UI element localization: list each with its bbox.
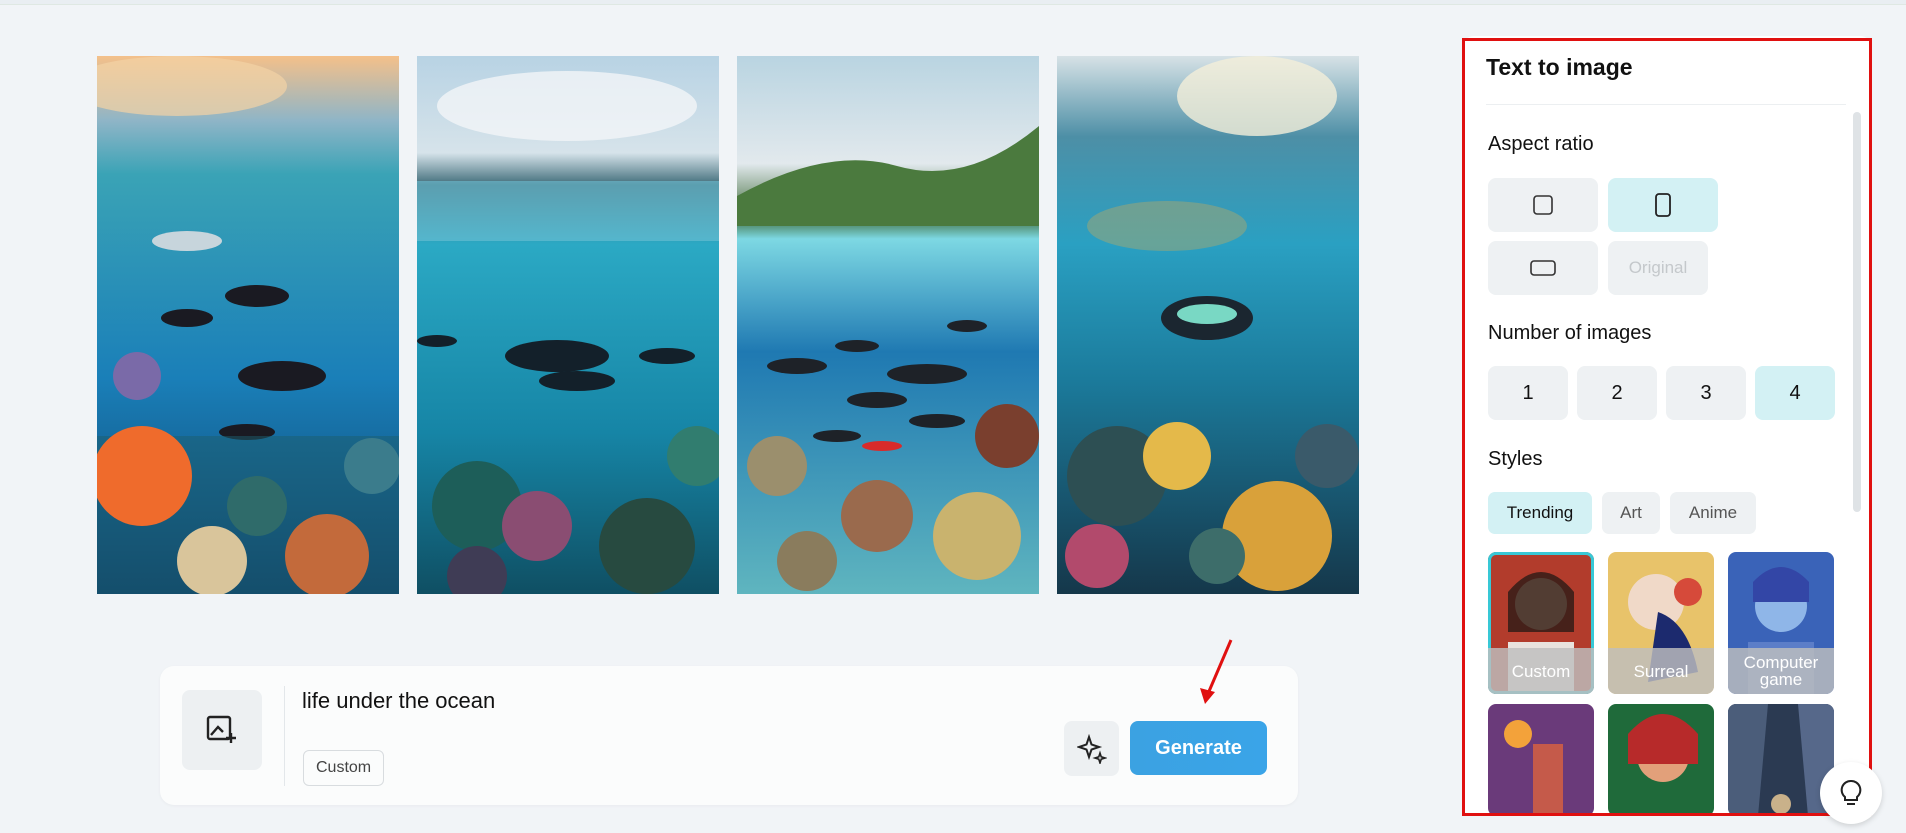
lightbulb-icon [1840,779,1862,805]
styles-label: Styles [1488,448,1543,470]
generated-image-3[interactable] [737,56,1039,594]
style-card-label: Surreal [1608,648,1714,694]
prompt-divider [284,686,285,786]
num-images-1[interactable]: 1 [1488,366,1568,420]
style-card-computer-game[interactable]: Computer game [1728,552,1834,694]
top-border [0,0,1906,5]
styles-tab-art[interactable]: Art [1602,492,1660,534]
portrait-ratio-icon [1655,193,1671,217]
landscape-ratio-icon [1530,260,1556,276]
number-of-images-label: Number of images [1488,322,1652,344]
enhance-prompt-button[interactable] [1064,721,1119,776]
image-add-icon [206,715,236,743]
image-gallery [97,56,1359,594]
prompt-bar: life under the ocean Custom Generate [160,666,1298,805]
style-card-5[interactable] [1608,704,1714,816]
style-tag[interactable]: Custom [303,750,385,786]
generated-image-4[interactable] [1057,56,1359,594]
generate-button[interactable]: Generate [1130,721,1267,775]
square-ratio-icon [1533,195,1553,215]
num-images-3[interactable]: 3 [1666,366,1746,420]
upload-image-button[interactable] [182,690,262,770]
aspect-square-option[interactable] [1488,178,1598,232]
tips-button[interactable] [1820,762,1882,824]
style-card-label: Computer game [1728,648,1834,694]
num-images-4[interactable]: 4 [1755,366,1835,420]
aspect-ratio-label: Aspect ratio [1488,133,1594,155]
style-card-6[interactable] [1728,704,1834,816]
sparkle-icon [1076,733,1107,764]
style-card-surreal[interactable]: Surreal [1608,552,1714,694]
aspect-landscape-option[interactable] [1488,241,1598,295]
panel-title: Text to image [1486,54,1633,80]
generated-image-1[interactable] [97,56,399,594]
style-card-label: Custom [1488,648,1594,694]
style-card-4[interactable] [1488,704,1594,816]
styles-tab-anime[interactable]: Anime [1670,492,1756,534]
num-images-2[interactable]: 2 [1577,366,1657,420]
panel-divider [1486,104,1846,105]
style-card-custom[interactable]: Custom [1488,552,1594,694]
settings-panel: Text to image Aspect ratio Original Numb… [1462,36,1872,816]
annotation-arrow [1200,639,1233,704]
aspect-portrait-option[interactable] [1608,178,1718,232]
styles-tab-trending[interactable]: Trending [1488,492,1592,534]
generated-image-2[interactable] [417,56,719,594]
aspect-original-option: Original [1608,241,1708,295]
prompt-input[interactable]: life under the ocean [302,688,902,728]
panel-scrollbar[interactable] [1853,112,1861,512]
